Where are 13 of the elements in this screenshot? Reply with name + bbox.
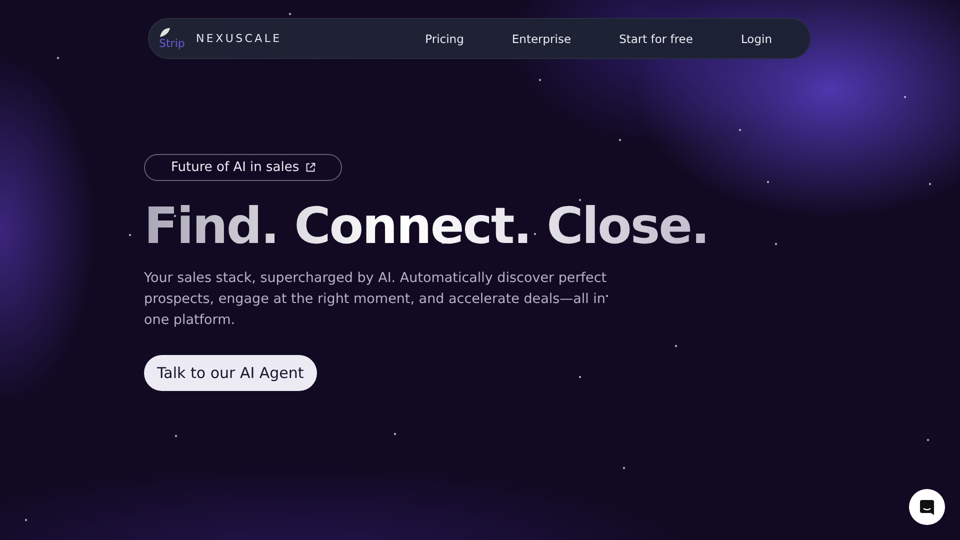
external-link-icon xyxy=(305,162,316,173)
nav-link[interactable]: Login xyxy=(722,32,790,46)
chat-icon xyxy=(919,498,935,516)
nav-link[interactable]: Enterprise xyxy=(494,32,590,46)
nav-link[interactable]: Pricing xyxy=(407,32,482,46)
brand-name: NEXUSCALE xyxy=(196,32,282,45)
cta-button[interactable]: Talk to our AI Agent xyxy=(144,355,317,391)
nav-link[interactable]: Start for free xyxy=(601,32,711,46)
subtitle: Your sales stack, supercharged by AI. Automatically discover perfect prospects, engage at the right moment, and accelerate deals—all in one platform. xyxy=(144,269,608,330)
badge-link[interactable]: Future of AI in sales xyxy=(144,154,342,181)
leaf-icon xyxy=(159,27,171,38)
logo-text: Strip xyxy=(159,38,185,50)
chat-button[interactable] xyxy=(909,489,945,525)
